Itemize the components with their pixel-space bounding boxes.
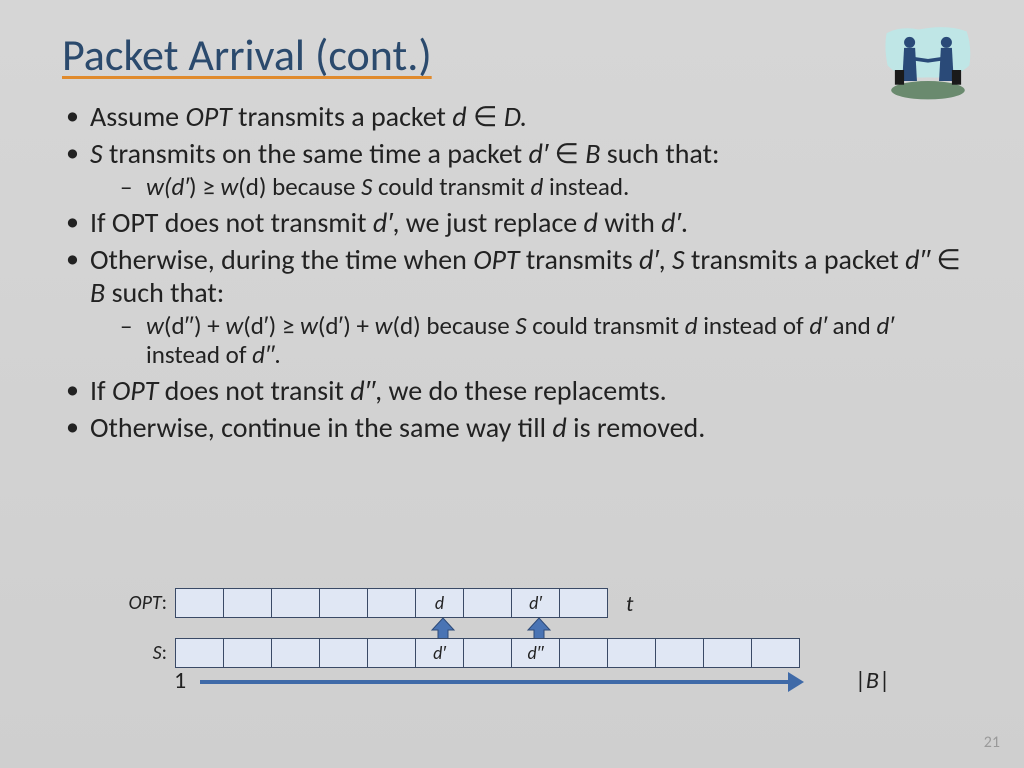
s-cells: d′ d′′	[175, 638, 800, 668]
buffer-diagram: OPT: d d′ t S: d′ d′′	[120, 588, 900, 696]
axis-end: |B|	[855, 666, 890, 695]
s-label: S:	[120, 641, 175, 665]
opt-row: OPT: d d′ t	[120, 588, 900, 618]
bullet-4-sub: w(d′′) + w(d′) ≥ w(d′) + w(d) because S …	[120, 311, 964, 370]
s-row: S: d′ d′′	[120, 638, 900, 668]
bullet-2: S transmits on the same time a packet d′…	[62, 137, 964, 202]
right-arrow-icon	[200, 680, 790, 684]
axis-start: 1	[174, 666, 186, 695]
slide-body: Packet Arrival (cont.) Assume OPT transm…	[0, 0, 1024, 768]
t-label: t	[626, 590, 633, 617]
opt-cells: d d′	[175, 588, 608, 618]
bullet-list: Assume OPT transmits a packet d ∈ D. S t…	[62, 100, 964, 444]
s-cell-dpp: d′′	[512, 638, 560, 668]
bullet-5: If OPT does not transit d′′, we do these…	[62, 374, 964, 407]
bullet-1: Assume OPT transmits a packet d ∈ D.	[62, 100, 964, 133]
bullet-3: If OPT does not transmit d′, we just rep…	[62, 206, 964, 239]
bullet-2-sub: w(d′) ≥ w(d) because S could transmit d …	[120, 172, 964, 202]
slide-title: Packet Arrival (cont.)	[62, 28, 964, 82]
axis-row: 1 |B|	[120, 670, 900, 696]
opt-cell-d: d	[416, 588, 464, 618]
opt-label: OPT:	[120, 591, 175, 615]
opt-cell-dp: d′	[512, 588, 560, 618]
bullet-6: Otherwise, continue in the same way till…	[62, 411, 964, 444]
handshake-icon	[882, 24, 974, 106]
s-cell-dp: d′	[416, 638, 464, 668]
bullet-4: Otherwise, during the time when OPT tran…	[62, 243, 964, 370]
page-number: 21	[984, 733, 1000, 752]
